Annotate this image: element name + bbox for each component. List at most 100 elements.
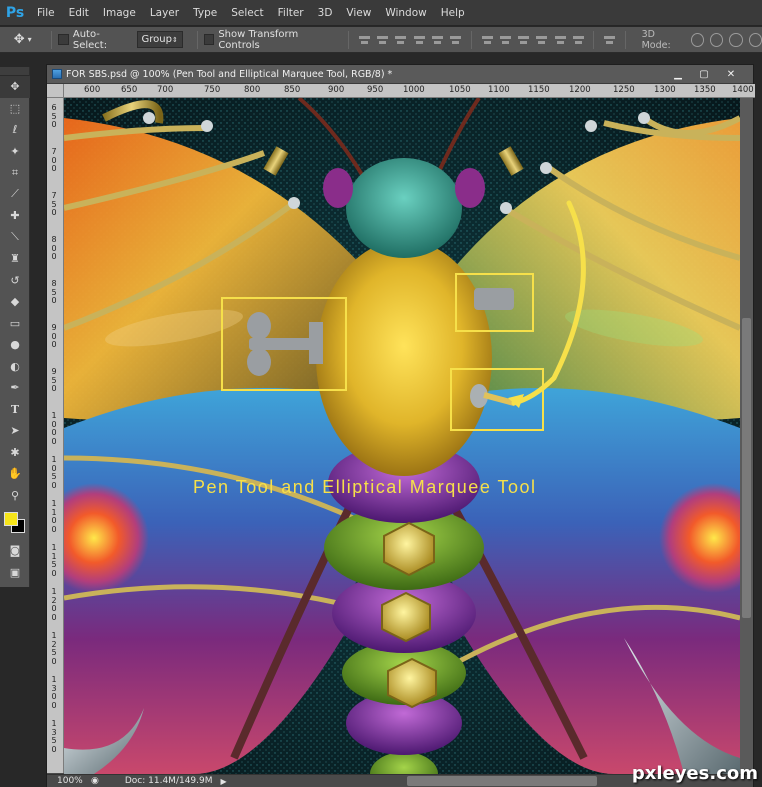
quick-mask-button[interactable]: ◙ [0, 540, 30, 562]
menu-3d[interactable]: 3D [311, 0, 340, 26]
screw [540, 162, 552, 174]
screw [143, 112, 155, 124]
canvas[interactable]: Pen Tool and Elliptical Marquee Tool [64, 98, 740, 774]
horizontal-scroll-thumb[interactable] [407, 776, 597, 786]
align-vcenter-icon[interactable] [376, 34, 389, 46]
path-select-tool[interactable]: ➤ [0, 420, 30, 442]
ruler-label: 650 [51, 103, 57, 129]
screw [638, 112, 650, 124]
move-tool-preset[interactable]: ✥ ▾ [0, 32, 45, 47]
menu-window[interactable]: Window [378, 0, 433, 26]
options-bar: ✥ ▾ Auto-Select: Group ⇕ Show Transform Co… [0, 27, 762, 53]
move-tool[interactable]: ✥ [0, 76, 30, 98]
auto-select-option[interactable]: Auto-Select: [58, 29, 130, 51]
maximize-icon: ▢ [699, 68, 709, 80]
ruler-label: 750 [204, 85, 221, 95]
dodge-tool[interactable]: ◐ [0, 356, 30, 378]
magic-wand-tool[interactable]: ✦ [0, 141, 30, 163]
show-transform-label: Show Transform Controls [218, 28, 299, 51]
distribute-vcenter-icon[interactable] [499, 34, 512, 46]
ruler-label: 1400 [732, 85, 754, 95]
distribute-top-icon[interactable] [481, 34, 493, 46]
auto-select-checkbox[interactable] [58, 34, 69, 45]
ruler-label: 1300 [654, 85, 676, 95]
3d-drag-icon[interactable] [729, 32, 743, 47]
chevron-right-icon[interactable]: ▶ [221, 777, 227, 786]
zoom-tool[interactable]: ⚲ [0, 485, 30, 507]
menu-help[interactable]: Help [434, 0, 472, 26]
close-button[interactable]: ✕ [720, 67, 742, 81]
distribute-right-icon[interactable] [572, 34, 585, 46]
menu-edit[interactable]: Edit [62, 0, 96, 26]
healing-tool[interactable]: ✚ [0, 205, 30, 227]
crop-tool[interactable]: ⌗ [0, 162, 30, 184]
history-brush-icon: ↺ [10, 273, 20, 287]
menu-filter[interactable]: Filter [271, 0, 311, 26]
ruler-label: 1300 [51, 675, 57, 710]
scroll-thumb[interactable] [742, 318, 751, 618]
status-arrow-icon[interactable]: ◉ [91, 776, 99, 786]
3d-slide-icon[interactable] [748, 32, 762, 47]
align-right-icon[interactable] [449, 34, 462, 46]
3d-roll-icon[interactable] [709, 32, 724, 47]
align-top-icon[interactable] [358, 34, 371, 46]
dodge-icon: ◐ [10, 359, 20, 373]
ruler-vertical[interactable]: 650 700 750 800 850 900 950 1000 1050 1100 1150 120… [47, 98, 64, 773]
auto-align-icon[interactable] [603, 34, 616, 46]
align-hcenter-icon[interactable] [431, 34, 444, 46]
type-tool[interactable]: T [0, 399, 30, 421]
distribute-left-icon[interactable] [535, 34, 548, 46]
menu-view[interactable]: View [339, 0, 378, 26]
ruler-label: 1200 [51, 587, 57, 622]
minimize-button[interactable]: ▁ [667, 67, 689, 81]
distribute-hcenter-icon[interactable] [554, 34, 567, 46]
screw [500, 202, 512, 214]
distribute-bottom-icon[interactable] [517, 34, 530, 46]
ruler-label: 950 [367, 85, 384, 95]
lasso-tool[interactable]: ℓ [0, 119, 30, 141]
ruler-label: 1000 [403, 85, 425, 95]
shape-tool[interactable]: ✱ [0, 442, 30, 464]
ruler-label: 650 [121, 85, 138, 95]
maximize-button[interactable]: ▢ [693, 67, 715, 81]
align-bottom-icon[interactable] [394, 34, 407, 46]
document-tab[interactable]: FOR SBS.psd @ 100% (Pen Tool and Ellipti… [47, 65, 753, 84]
history-brush-tool[interactable]: ↺ [0, 270, 30, 292]
ruler-horizontal[interactable]: 600 650 700 750 800 850 900 950 1000 105… [64, 84, 755, 98]
zoom-level[interactable]: 100% [57, 776, 87, 786]
ruler-origin[interactable] [47, 84, 64, 98]
foreground-color-swatch[interactable] [4, 512, 18, 526]
marquee-tool[interactable]: ⬚ [0, 98, 30, 120]
menu-layer[interactable]: Layer [143, 0, 186, 26]
show-transform-option[interactable]: Show Transform Controls [203, 28, 336, 51]
eraser-tool[interactable]: ◆ [0, 291, 30, 313]
ruler-label: 1050 [51, 455, 57, 490]
windup-key-right [474, 288, 514, 310]
hand-tool[interactable]: ✋ [0, 463, 30, 485]
menu-type[interactable]: Type [186, 0, 224, 26]
auto-select-dropdown[interactable]: Group ⇕ [136, 31, 183, 48]
doc-size: Doc: 11.4M/149.9M [124, 776, 213, 786]
vertical-scrollbar[interactable] [740, 98, 753, 774]
pen-tool[interactable]: ✒ [0, 377, 30, 399]
stamp-tool[interactable]: ♜ [0, 248, 30, 270]
eyedropper-tool[interactable]: ⟋ [0, 184, 30, 206]
panel-grip[interactable] [0, 67, 29, 76]
brush-icon: ⟍ [11, 230, 19, 244]
3d-rotate-icon[interactable] [690, 32, 704, 47]
pen-icon: ✒ [10, 381, 20, 395]
menu-file[interactable]: File [30, 0, 62, 26]
screen-mode-button[interactable]: ▣ [0, 562, 30, 584]
ruler-label: 850 [51, 279, 57, 305]
gradient-icon: ▭ [9, 316, 21, 330]
brush-tool[interactable]: ⟍ [0, 227, 30, 249]
ruler-label: 1350 [51, 719, 57, 754]
gradient-tool[interactable]: ▭ [0, 313, 30, 335]
show-transform-checkbox[interactable] [203, 34, 215, 45]
thorax [316, 240, 492, 476]
divider [470, 30, 472, 49]
blur-tool[interactable]: ● [0, 334, 30, 356]
menu-select[interactable]: Select [224, 0, 270, 26]
menu-image[interactable]: Image [96, 0, 143, 26]
align-left-icon[interactable] [413, 34, 425, 46]
